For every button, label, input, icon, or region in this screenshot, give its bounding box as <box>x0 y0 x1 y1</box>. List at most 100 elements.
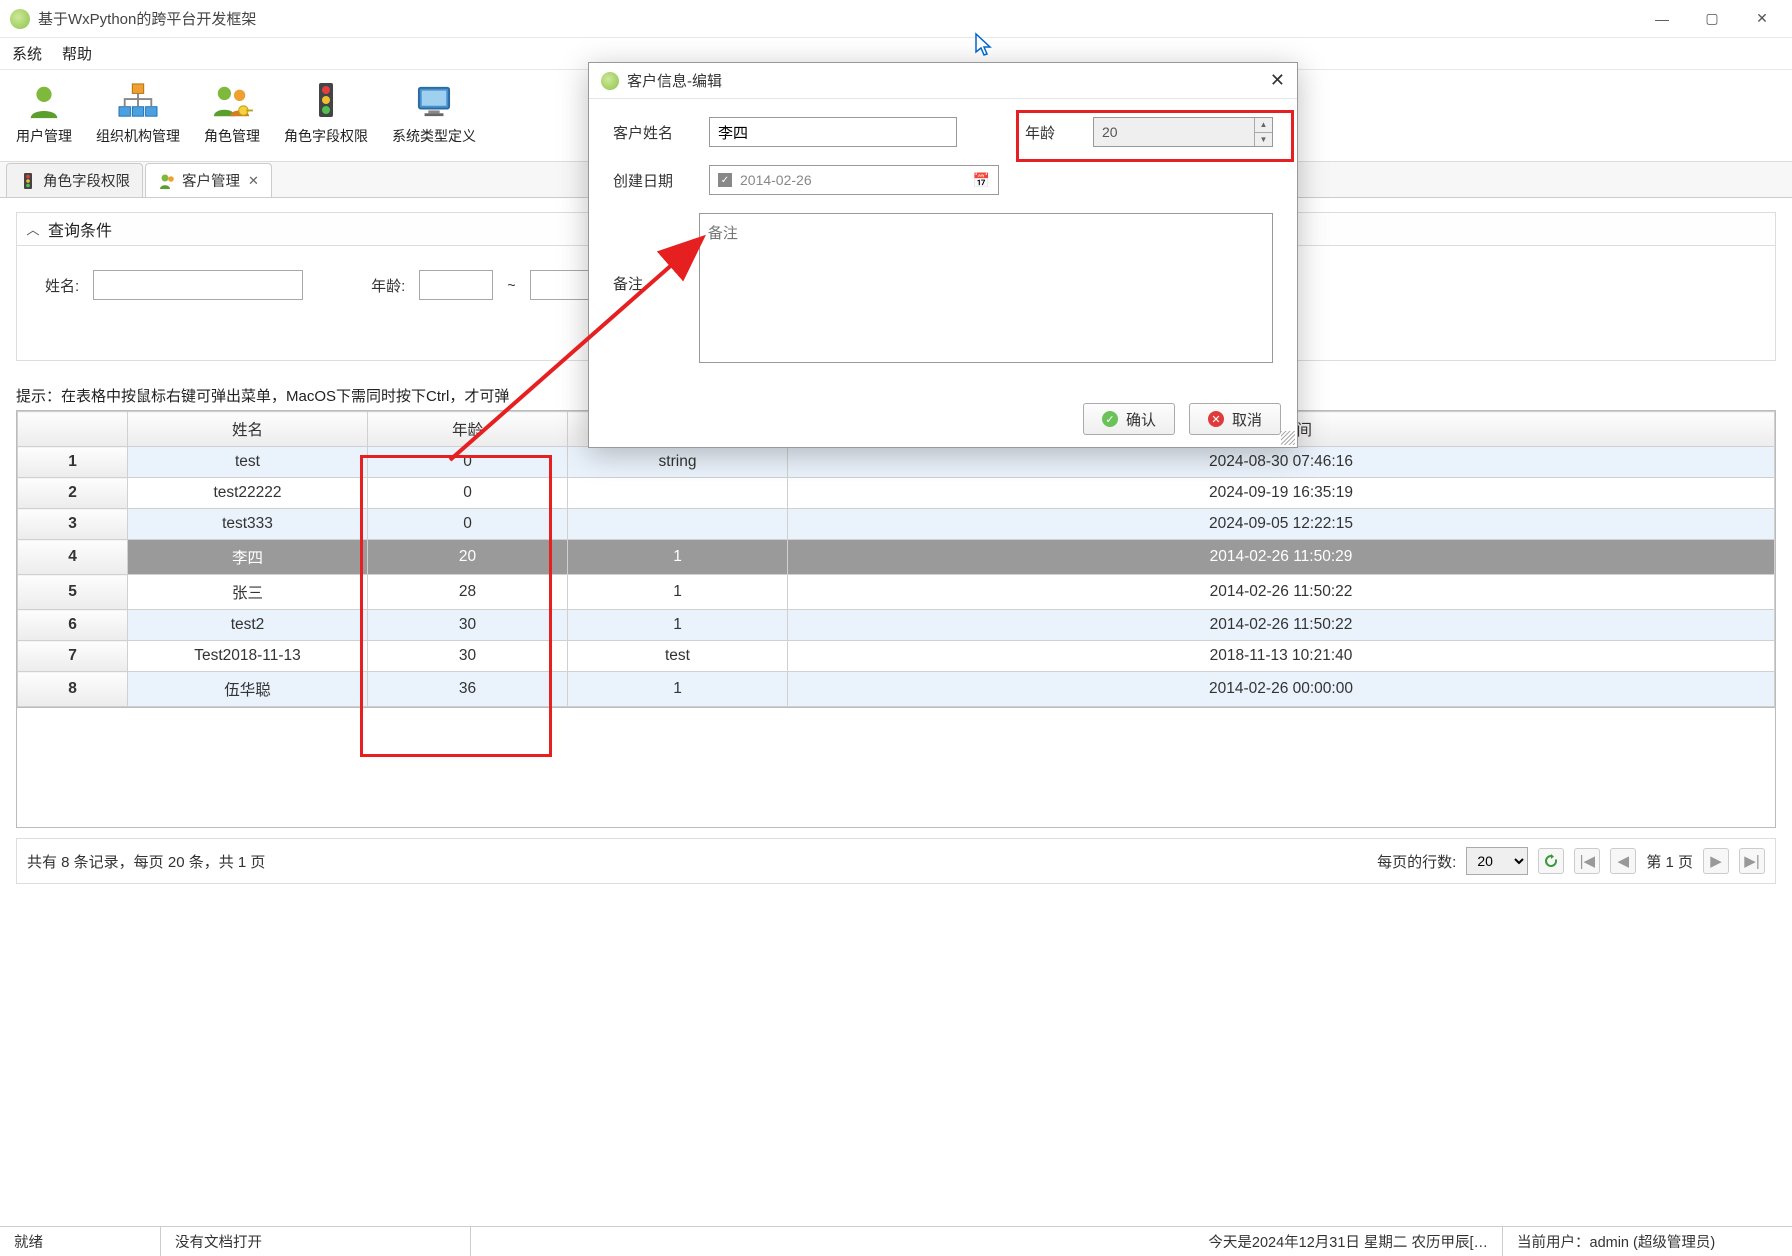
dialog-title: 客户信息-编辑 <box>627 70 722 91</box>
cell-creator: 1 <box>568 672 788 707</box>
cell-name: test22222 <box>128 478 368 509</box>
users-icon <box>158 172 176 190</box>
cancel-button[interactable]: ✕ 取消 <box>1189 403 1281 435</box>
dialog-titlebar: 客户信息-编辑 ✕ <box>589 63 1297 99</box>
cell-name: test333 <box>128 509 368 540</box>
last-page-button[interactable]: ▶| <box>1739 848 1765 874</box>
cell-created: 2024-09-05 12:22:15 <box>788 509 1775 540</box>
cell-age: 0 <box>368 509 568 540</box>
spinner-down-button[interactable]: ▼ <box>1255 133 1272 147</box>
status-date: 今天是2024年12月31日 星期二 农历甲辰[… <box>470 1227 1502 1256</box>
cell-age: 30 <box>368 641 568 672</box>
table-row[interactable]: 1test0string2024-08-30 07:46:16 <box>18 447 1775 478</box>
table-row[interactable]: 6test23012014-02-26 11:50:22 <box>18 610 1775 641</box>
toolbar-org-mgmt-label: 组织机构管理 <box>96 126 180 146</box>
age-spinner-value: 20 <box>1102 124 1118 140</box>
resize-handle[interactable] <box>1281 431 1295 445</box>
toolbar-role-field-perm[interactable]: 角色字段权限 <box>272 74 380 162</box>
toolbar-sys-type-def-label: 系统类型定义 <box>392 126 476 146</box>
toolbar-role-mgmt[interactable]: 角色管理 <box>192 74 272 162</box>
table-row[interactable]: 2test2222202024-09-19 16:35:19 <box>18 478 1775 509</box>
dialog-close-button[interactable]: ✕ <box>1270 70 1285 91</box>
monitor-icon <box>413 80 455 122</box>
toolbar-org-mgmt[interactable]: 组织机构管理 <box>84 74 192 162</box>
close-button[interactable]: ✕ <box>1752 9 1772 29</box>
cell-creator: 1 <box>568 610 788 641</box>
check-icon: ✓ <box>1102 411 1118 427</box>
spinner-arrows: ▲ ▼ <box>1254 118 1272 146</box>
menu-system[interactable]: 系统 <box>12 43 42 64</box>
status-ready: 就绪 <box>0 1227 160 1256</box>
query-age-from-input[interactable] <box>419 270 493 300</box>
ok-button-label: 确认 <box>1126 409 1156 430</box>
prev-page-button[interactable]: ◀ <box>1610 848 1636 874</box>
role-icon <box>211 80 253 122</box>
menu-help[interactable]: 帮助 <box>62 43 92 64</box>
x-icon: ✕ <box>1208 411 1224 427</box>
data-table: 姓名 年龄 创建人 创建时间 1test0string2024-08-30 07… <box>16 410 1776 708</box>
pagination-bar: 共有 8 条记录，每页 20 条，共 1 页 每页的行数: 20 |◀ ◀ 第 … <box>16 838 1776 884</box>
table-row[interactable]: 7Test2018-11-1330test2018-11-13 10:21:40 <box>18 641 1775 672</box>
cell-creator: 1 <box>568 575 788 610</box>
first-page-button[interactable]: |◀ <box>1574 848 1600 874</box>
org-icon <box>117 80 159 122</box>
table-row[interactable]: 4李四2012014-02-26 11:50:29 <box>18 540 1775 575</box>
next-page-button[interactable]: ▶ <box>1703 848 1729 874</box>
header-name[interactable]: 姓名 <box>128 412 368 447</box>
table-empty-area <box>16 708 1776 828</box>
ok-button[interactable]: ✓ 确认 <box>1083 403 1175 435</box>
header-rownum <box>18 412 128 447</box>
calendar-icon[interactable]: 📅 <box>973 172 990 189</box>
customer-name-label: 客户姓名 <box>613 122 689 143</box>
cell-name: 伍华聪 <box>128 672 368 707</box>
toolbar-user-mgmt[interactable]: 用户管理 <box>4 74 84 162</box>
customer-name-input[interactable] <box>709 117 957 147</box>
cell-name: 李四 <box>128 540 368 575</box>
cell-creator: test <box>568 641 788 672</box>
created-date-input[interactable]: ✓ 2014-02-26 📅 <box>709 165 999 195</box>
query-title: 查询条件 <box>48 217 112 241</box>
table-row[interactable]: 3test3330 2024-09-05 12:22:15 <box>18 509 1775 540</box>
traffic-light-icon <box>305 80 347 122</box>
dialog-body: 客户姓名 年龄 20 ▲ ▼ 创建日期 ✓ 2014-02-26 📅 备注 <box>589 99 1297 391</box>
spinner-up-button[interactable]: ▲ <box>1255 118 1272 133</box>
maximize-button[interactable]: ▢ <box>1702 9 1722 29</box>
tab-role-field-perm[interactable]: 角色字段权限 <box>6 163 143 197</box>
cell-rownum: 4 <box>18 540 128 575</box>
cell-created: 2014-02-26 11:50:22 <box>788 610 1775 641</box>
table-row[interactable]: 8伍华聪3612014-02-26 00:00:00 <box>18 672 1775 707</box>
tab-label: 角色字段权限 <box>43 170 130 191</box>
range-separator: ~ <box>507 277 515 293</box>
cell-creator: 1 <box>568 540 788 575</box>
cell-created: 2018-11-13 10:21:40 <box>788 641 1775 672</box>
cell-creator <box>568 509 788 540</box>
toolbar-role-mgmt-label: 角色管理 <box>204 126 260 146</box>
tab-close-button[interactable]: ✕ <box>248 173 259 189</box>
header-age[interactable]: 年龄 <box>368 412 568 447</box>
query-name-input[interactable] <box>93 270 303 300</box>
cell-age: 0 <box>368 478 568 509</box>
refresh-button[interactable] <box>1538 848 1564 874</box>
rows-per-page-select[interactable]: 20 <box>1466 847 1528 875</box>
cell-created: 2024-08-30 07:46:16 <box>788 447 1775 478</box>
cell-created: 2014-02-26 00:00:00 <box>788 672 1775 707</box>
pagination-summary: 共有 8 条记录，每页 20 条，共 1 页 <box>27 851 1377 872</box>
statusbar: 就绪 没有文档打开 今天是2024年12月31日 星期二 农历甲辰[… 当前用户… <box>0 1226 1792 1256</box>
minimize-button[interactable]: — <box>1652 9 1672 29</box>
titlebar: 基于WxPython的跨平台开发框架 — ▢ ✕ <box>0 0 1792 38</box>
toolbar-sys-type-def[interactable]: 系统类型定义 <box>380 74 488 162</box>
date-checkbox[interactable]: ✓ <box>718 173 732 187</box>
chevron-up-icon: 〈 <box>24 222 43 235</box>
tab-customer-mgmt[interactable]: 客户管理 ✕ <box>145 163 272 197</box>
query-age-label: 年龄: <box>371 275 405 296</box>
table-row[interactable]: 5张三2812014-02-26 11:50:22 <box>18 575 1775 610</box>
age-spinner[interactable]: 20 ▲ ▼ <box>1093 117 1273 147</box>
cell-rownum: 2 <box>18 478 128 509</box>
cell-created: 2014-02-26 11:50:29 <box>788 540 1775 575</box>
cell-created: 2014-02-26 11:50:22 <box>788 575 1775 610</box>
toolbar-role-field-perm-label: 角色字段权限 <box>284 126 368 146</box>
window-buttons: — ▢ ✕ <box>1652 9 1782 29</box>
remark-textarea[interactable] <box>699 213 1273 363</box>
cell-rownum: 3 <box>18 509 128 540</box>
cell-rownum: 7 <box>18 641 128 672</box>
